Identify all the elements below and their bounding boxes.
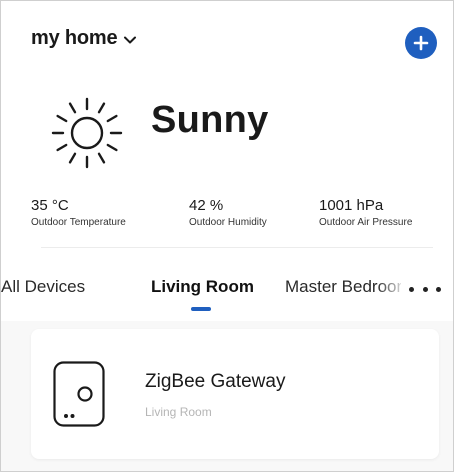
outdoor-temperature-stat: 35 °C Outdoor Temperature [31,197,126,228]
plus-circle-icon [413,35,429,51]
app-screen: my home Sunny 35 °C Outdoor Temperature … [0,0,454,472]
outdoor-humidity-stat: 42 % Outdoor Humidity [189,197,267,228]
device-name: ZigBee Gateway [145,371,286,392]
stat-value: 35 °C [31,197,69,214]
stat-label: Outdoor Temperature [31,217,126,228]
tab-living-room[interactable]: Living Room [151,277,254,297]
device-card[interactable]: ZigBee Gateway Living Room [31,329,439,459]
outdoor-air-pressure-stat: 1001 hPa Outdoor Air Pressure [319,197,412,228]
device-room: Living Room [145,405,212,419]
weather-condition: Sunny [151,99,269,141]
divider [41,247,433,248]
home-name: my home [31,27,118,49]
more-horizontal-icon[interactable] [409,279,441,299]
tab-all-devices[interactable]: All Devices [1,277,85,297]
home-selector[interactable]: my home [31,27,137,50]
stat-value: 42 % [189,197,224,214]
stat-value: 1001 hPa [319,197,384,214]
home-header-panel: my home Sunny 35 °C Outdoor Temperature … [1,1,453,263]
active-tab-indicator [191,307,211,311]
room-tabs: All Devices Living Room Master Bedroom [1,263,453,321]
stat-label: Outdoor Air Pressure [319,217,413,228]
chevron-down-icon [124,36,137,43]
tab-fade-overlay [377,275,407,303]
stat-label: Outdoor Humidity [189,217,267,228]
add-button[interactable] [405,27,437,59]
gateway-icon [53,361,105,427]
sun-icon [51,97,123,169]
